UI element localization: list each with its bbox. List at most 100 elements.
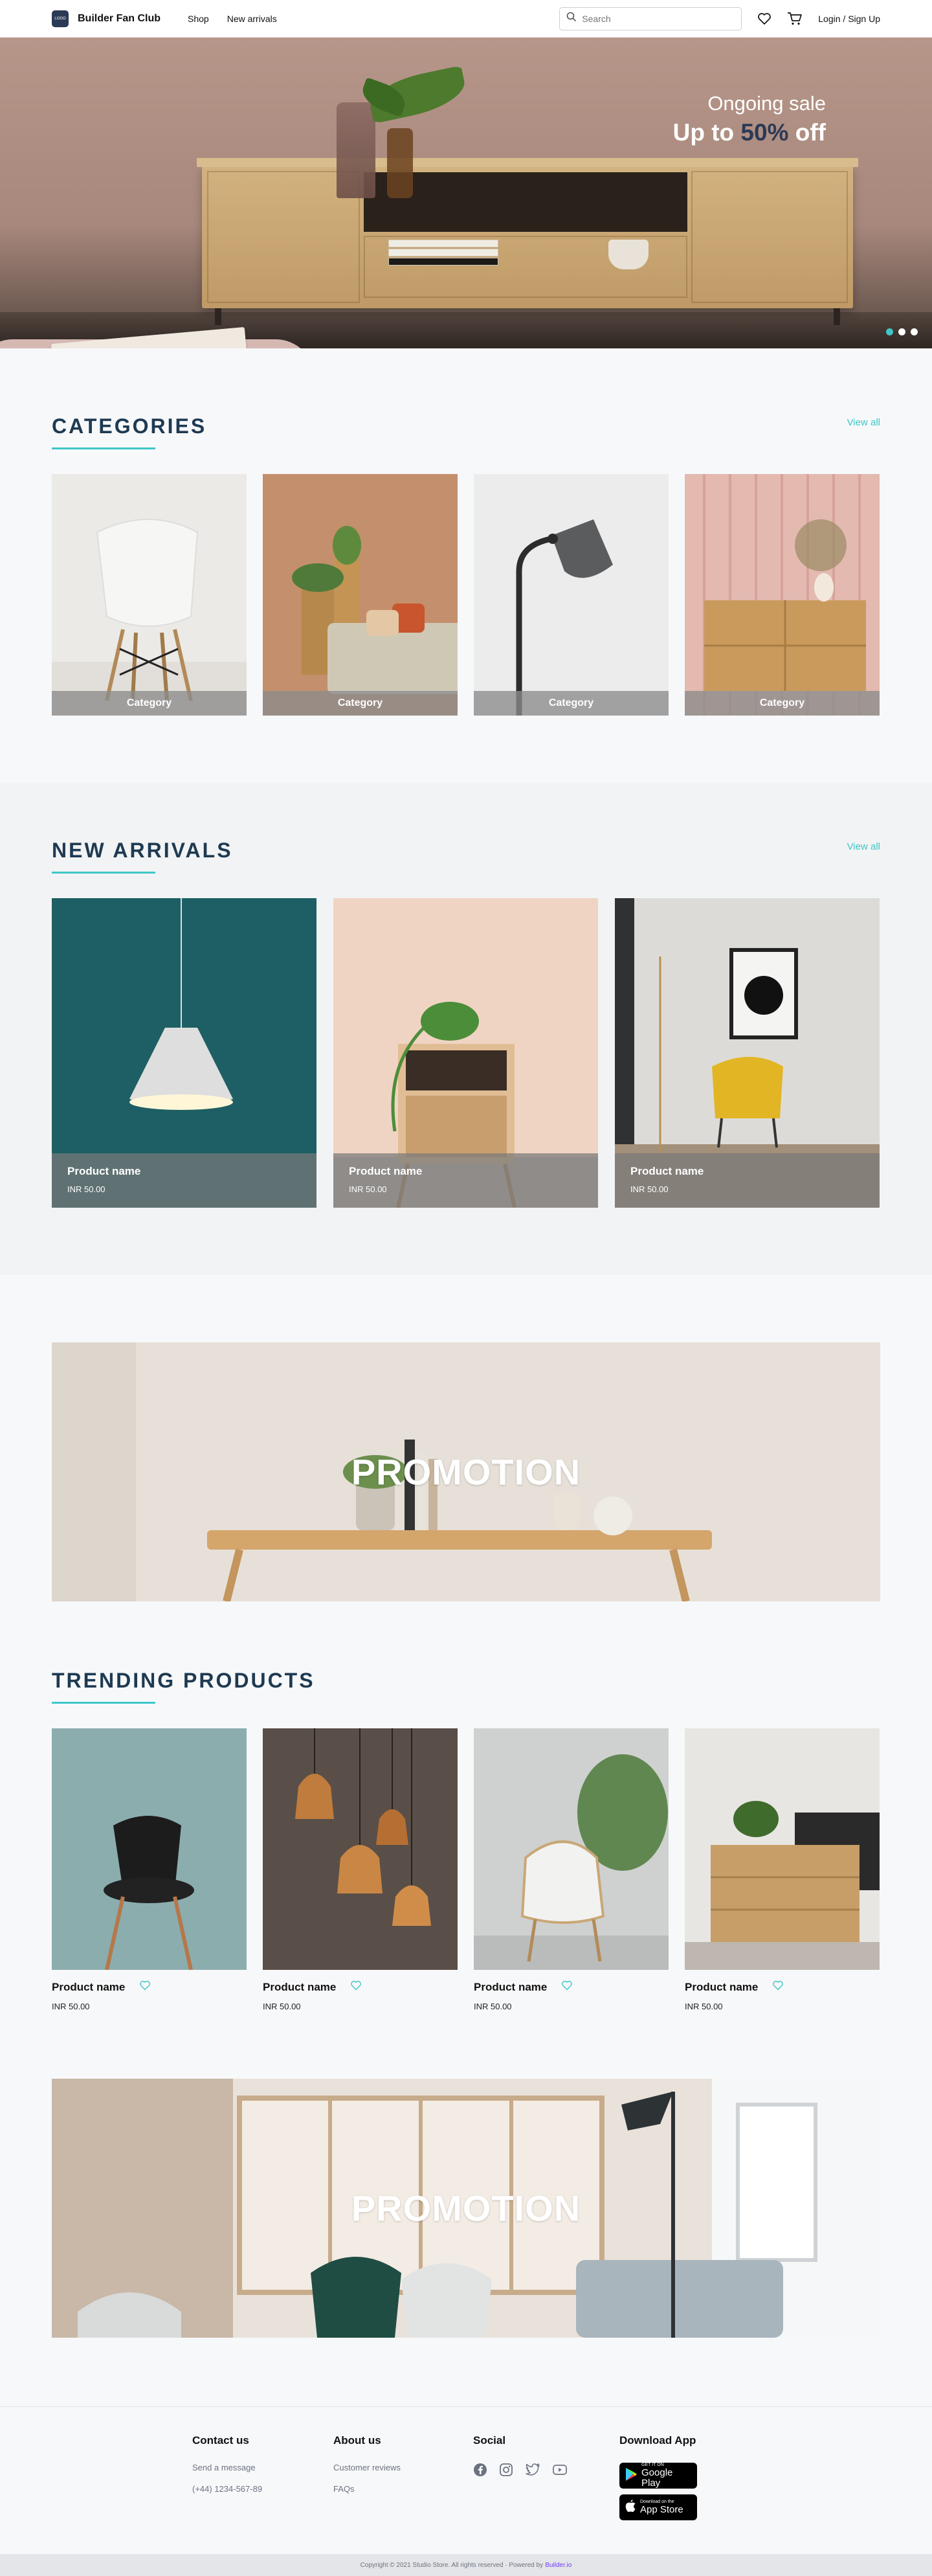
categories-title: CATEGORIES [52, 414, 207, 438]
new-arrivals-title-block: NEW ARRIVALS [52, 839, 233, 874]
product-price: INR 50.00 [630, 1184, 669, 1194]
google-play-badge[interactable]: GET IT ON Google Play [619, 2463, 697, 2489]
facebook-icon[interactable] [473, 2463, 487, 2480]
google-play-text: GET IT ON Google Play [641, 2463, 692, 2489]
category-card[interactable]: Category [263, 474, 458, 716]
nav-shop[interactable]: Shop [188, 14, 209, 24]
product-card[interactable]: Product name INR 50.00 [474, 1728, 669, 2011]
carousel-dot-3[interactable] [911, 328, 918, 335]
heart-icon[interactable] [772, 1980, 784, 1994]
search-input[interactable] [582, 13, 725, 24]
hero-title: Up to 50% off [673, 119, 826, 146]
carousel-dot-1[interactable] [886, 328, 893, 335]
footer-social-title: Social [473, 2434, 506, 2446]
category-label: Category [52, 691, 247, 716]
product-card[interactable]: Product name INR 50.00 [52, 898, 316, 1208]
new-arrivals-view-all-link[interactable]: View all [847, 841, 880, 852]
product-card[interactable]: Product name INR 50.00 [685, 1728, 880, 2011]
category-label: Category [685, 691, 880, 716]
twitter-icon[interactable] [525, 2463, 540, 2480]
product-info: Product name INR 50.00 [685, 1970, 880, 2011]
promotion-banner-2[interactable]: PROMOTION [52, 2079, 880, 2338]
product-price: INR 50.00 [52, 2002, 90, 2011]
youtube-icon[interactable] [552, 2463, 568, 2480]
product-card[interactable]: Product name INR 50.00 [615, 898, 880, 1208]
product-card[interactable]: Product name INR 50.00 [52, 1728, 247, 2011]
product-row: Product name [685, 1980, 880, 1994]
product-image [474, 1728, 669, 1970]
instagram-icon[interactable] [499, 2463, 513, 2480]
hero-sideboard-image [197, 158, 858, 325]
chest-of-drawers-image [685, 1728, 880, 1970]
hero-banner[interactable]: Ongoing sale Up to 50% off [0, 38, 932, 348]
trending-title: TRENDING PRODUCTS [52, 1669, 315, 1692]
product-label: Product name INR 50.00 [615, 1153, 880, 1208]
heart-icon[interactable] [561, 1980, 573, 1994]
footer-phone-link[interactable]: (+44) 1234-567-89 [192, 2484, 333, 2494]
product-price: INR 50.00 [67, 1184, 105, 1194]
category-card[interactable]: Category [474, 474, 669, 716]
logo[interactable]: LOGO [52, 10, 69, 27]
vase-decoration [387, 128, 413, 198]
footer-customer-reviews-link[interactable]: Customer reviews [333, 2463, 473, 2472]
footer-download-column: Download App GET IT ON Google Play Downl… [619, 2434, 697, 2554]
sideboard-door-right [691, 171, 848, 303]
vase-decoration [337, 102, 375, 198]
logo-text: LOGO [54, 16, 66, 21]
product-label: Product name INR 50.00 [333, 1153, 598, 1208]
promotion-banner-1[interactable]: PROMOTION [52, 1342, 880, 1601]
app-store-badge[interactable]: Download on the App Store [619, 2494, 697, 2520]
heart-icon[interactable] [757, 12, 771, 25]
sofa-image [263, 474, 458, 716]
book [388, 240, 498, 247]
product-info: Product name INR 50.00 [263, 1970, 458, 2011]
hero-title-suffix: off [795, 119, 826, 146]
trending-header: TRENDING PRODUCTS [52, 1669, 880, 1704]
product-card[interactable]: Product name INR 50.00 [263, 1728, 458, 2011]
google-play-big: Google Play [641, 2467, 673, 2489]
cart-icon[interactable] [787, 12, 803, 26]
trending-grid: Product name INR 50.00 Product name INR … [52, 1728, 880, 2011]
product-card[interactable]: Product name INR 50.00 [333, 898, 598, 1208]
apple-icon [625, 2499, 636, 2516]
footer-contact-title: Contact us [192, 2434, 249, 2446]
trending-title-block: TRENDING PRODUCTS [52, 1669, 315, 1704]
product-image [52, 1728, 247, 1970]
product-price: INR 50.00 [685, 2002, 723, 2011]
footer-contact-column: Contact us Send a message (+44) 1234-567… [192, 2434, 333, 2554]
site-header: LOGO Builder Fan Club Shop New arrivals … [0, 0, 932, 38]
powered-by-link[interactable]: Builder.io [545, 2562, 571, 2569]
categories-grid: Category Category Category Category [52, 474, 880, 716]
copyright-text: Copyright © 2021 Studio Store. All right… [360, 2561, 544, 2569]
heart-icon[interactable] [350, 1980, 362, 1994]
copyright-bar: Copyright © 2021 Studio Store. All right… [0, 2554, 932, 2576]
category-label: Category [263, 691, 458, 716]
category-label: Category [474, 691, 669, 716]
carousel-dot-2[interactable] [898, 328, 905, 335]
category-card[interactable]: Category [685, 474, 880, 716]
categories-view-all-link[interactable]: View all [847, 417, 880, 428]
sideboard-leg [834, 308, 840, 325]
dresser-image [685, 474, 880, 716]
product-row: Product name [52, 1980, 247, 1994]
product-info: Product name INR 50.00 [52, 1970, 247, 2011]
brand-name[interactable]: Builder Fan Club [78, 13, 161, 25]
title-underline [52, 447, 155, 449]
login-signup-link[interactable]: Login / Sign Up [818, 14, 880, 24]
carousel-dots [886, 328, 918, 335]
product-price: INR 50.00 [349, 1184, 387, 1194]
heart-icon[interactable] [139, 1980, 151, 1994]
product-name: Product name [630, 1165, 704, 1177]
footer-send-message-link[interactable]: Send a message [192, 2463, 333, 2472]
lamp-image [474, 474, 669, 716]
product-name: Product name [263, 1980, 337, 1993]
search-box[interactable] [559, 6, 742, 30]
product-name: Product name [349, 1165, 423, 1177]
footer-faqs-link[interactable]: FAQs [333, 2484, 473, 2494]
nav-new-arrivals[interactable]: New arrivals [227, 14, 277, 24]
product-price: INR 50.00 [474, 2002, 512, 2011]
category-card[interactable]: Category [52, 474, 247, 716]
app-store-text: Download on the App Store [640, 2500, 683, 2515]
books-decoration [388, 240, 498, 268]
product-name: Product name [67, 1165, 141, 1177]
